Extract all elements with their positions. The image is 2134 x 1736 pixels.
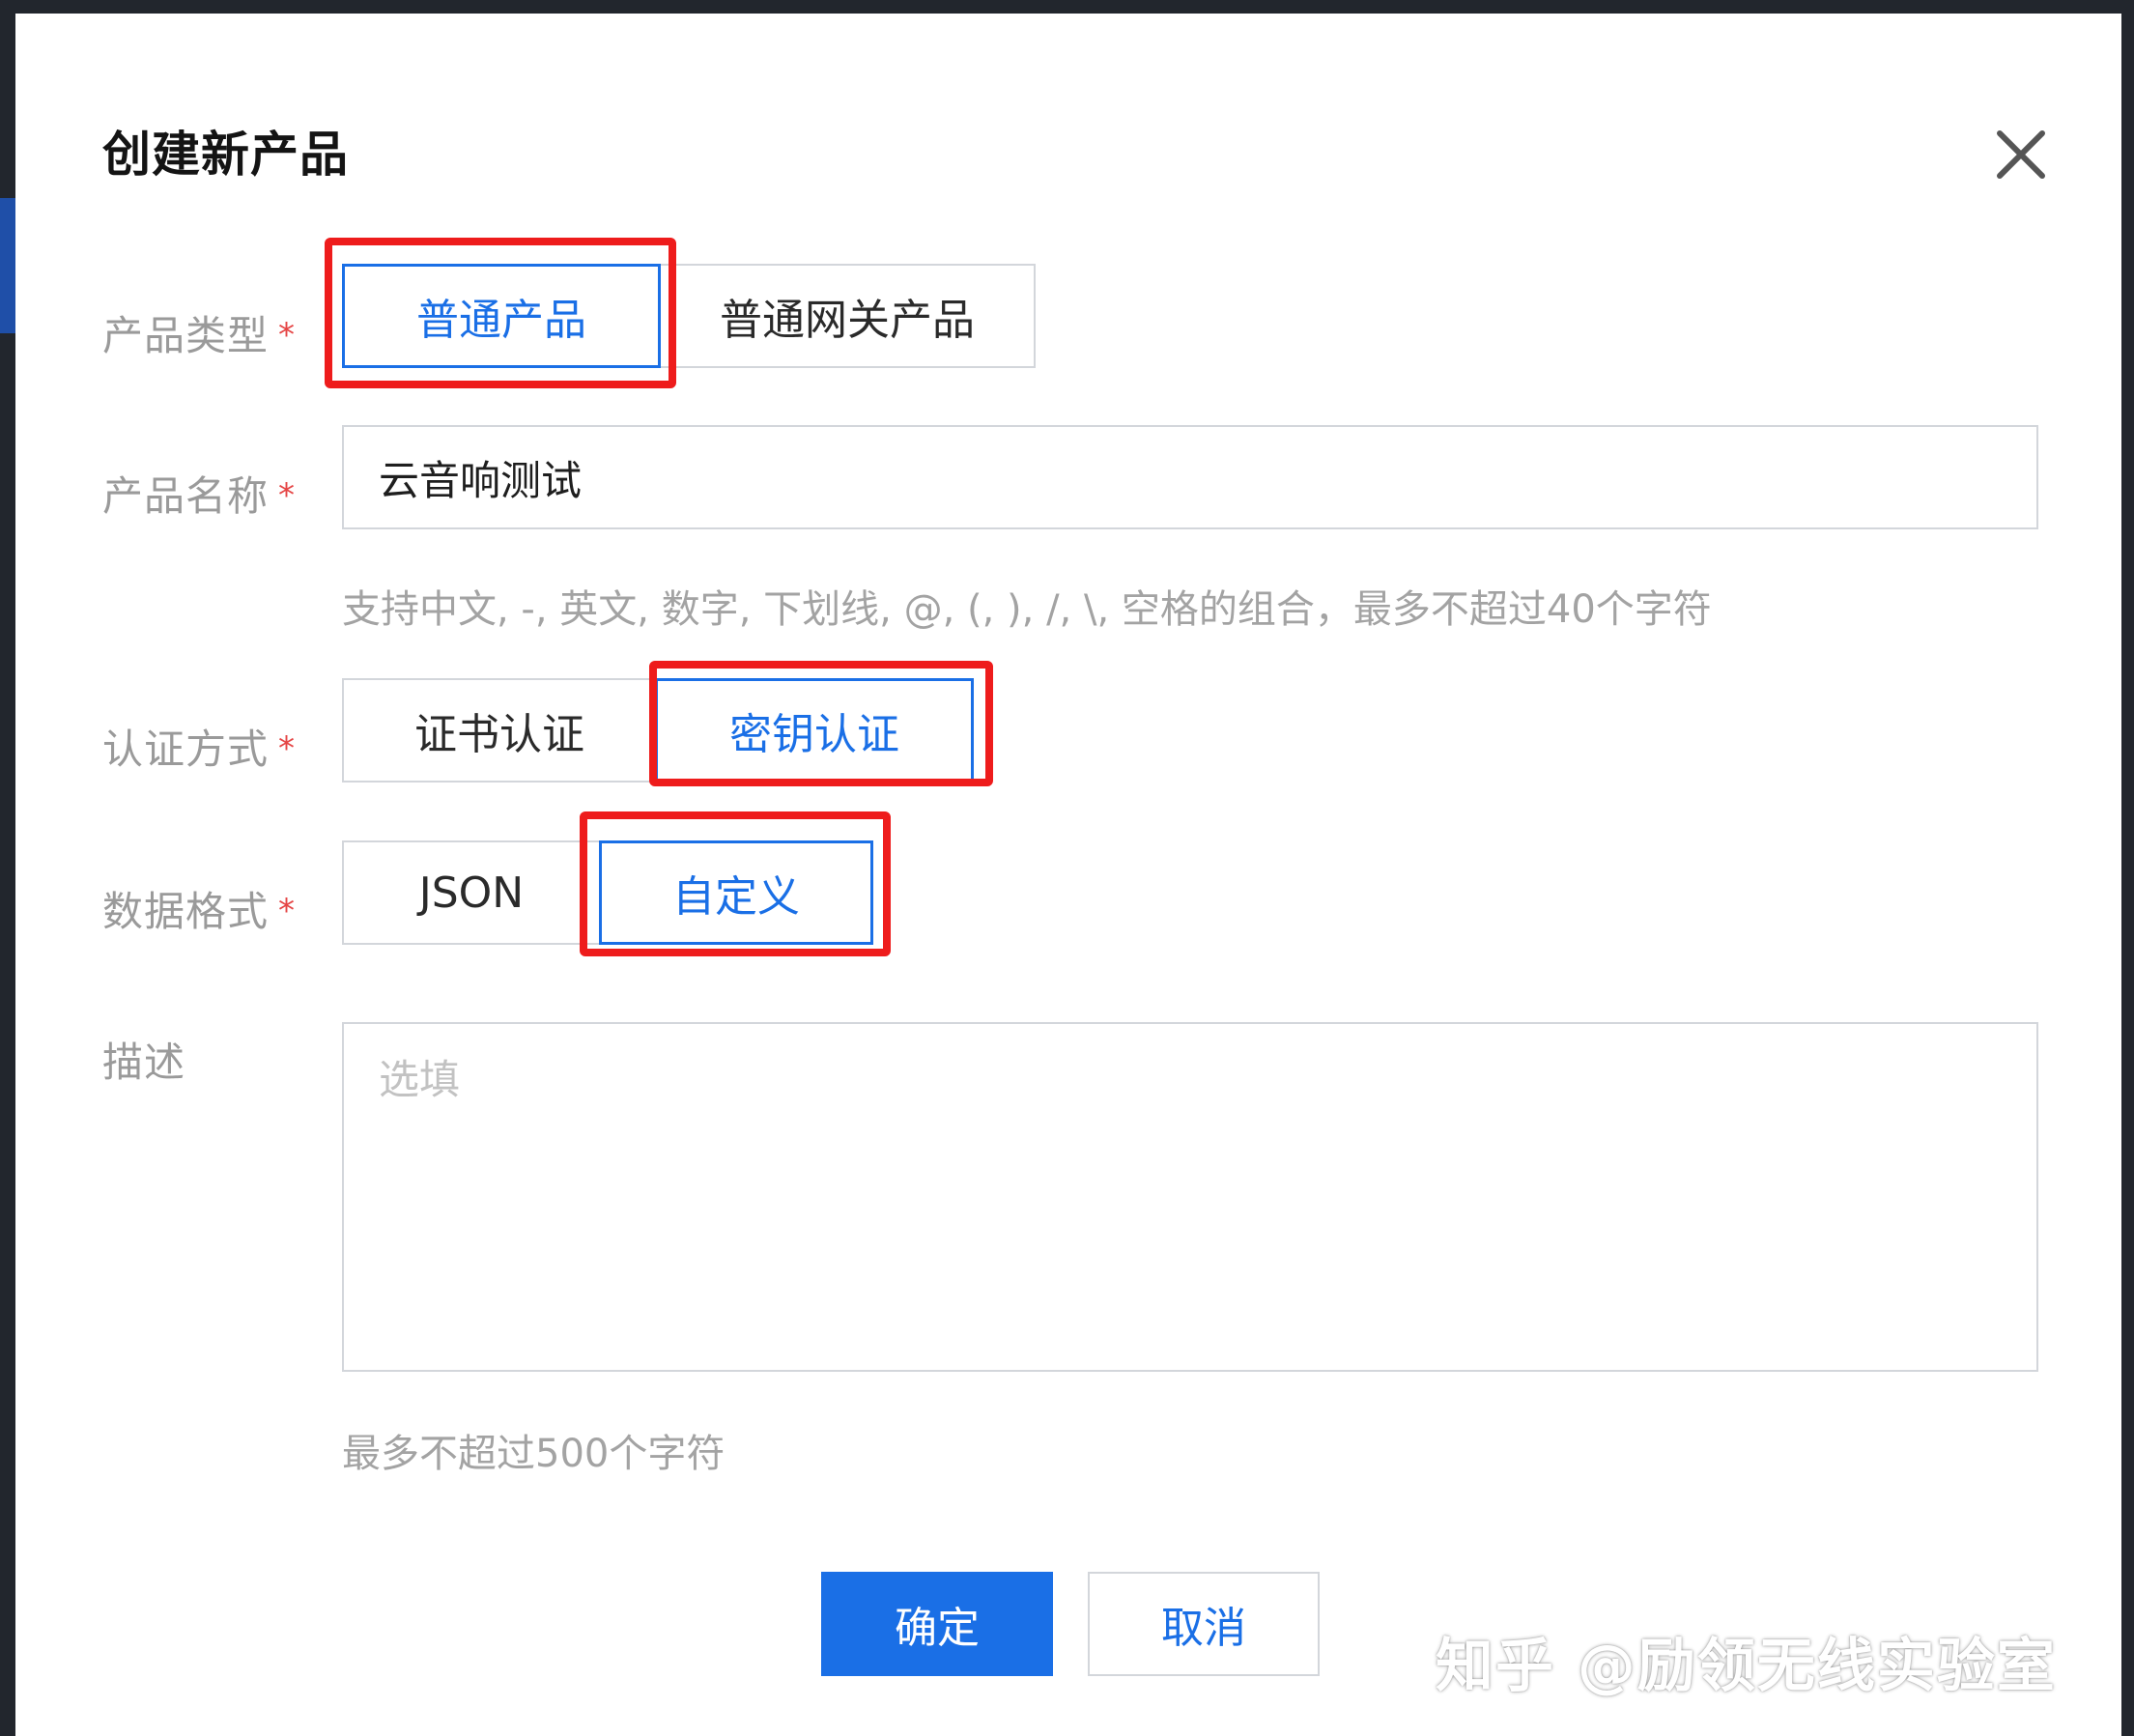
description-label: 描述 — [102, 1039, 186, 1086]
product-type-segmented: 普通产品 普通网关产品 — [342, 264, 1036, 368]
product-type-label-text: 产品类型 — [102, 312, 270, 359]
product-type-label: 产品类型 * — [102, 303, 296, 362]
product-name-input[interactable]: 云音响测试 — [342, 425, 2038, 529]
data-format-label-text: 数据格式 — [102, 888, 270, 935]
backdrop-accent — [0, 198, 15, 333]
product-name-hint: 支持中文, -, 英文, 数字, 下划线, @, (, ), /, \, 空格的… — [342, 587, 1712, 632]
close-button[interactable] — [1986, 120, 2056, 189]
watermark-text: 知乎 @励领无线实验室 — [1436, 1633, 2057, 1700]
option-custom[interactable]: 自定义 — [599, 840, 873, 945]
auth-method-label-text: 认证方式 — [102, 726, 270, 773]
option-key-auth[interactable]: 密钥认证 — [655, 678, 974, 783]
create-product-dialog: 创建新产品 产品类型 * 普通产品 普通网关产品 产品名称 * 云音响测试 支持中文… — [15, 14, 2121, 1736]
confirm-button[interactable]: 确定 — [821, 1572, 1053, 1676]
product-name-label-text: 产品名称 — [102, 472, 270, 520]
close-icon — [1997, 130, 2045, 179]
option-normal-product[interactable]: 普通产品 — [342, 264, 661, 368]
option-json[interactable]: JSON — [342, 840, 601, 945]
required-mark: * — [278, 892, 297, 930]
dialog-title: 创建新产品 — [102, 127, 349, 183]
auth-method-label: 认证方式 * — [102, 717, 296, 776]
description-textarea[interactable] — [342, 1022, 2038, 1372]
cancel-button[interactable]: 取消 — [1088, 1572, 1320, 1676]
required-mark: * — [278, 729, 297, 768]
description-hint: 最多不超过500个字符 — [342, 1432, 726, 1476]
option-cert-auth[interactable]: 证书认证 — [342, 678, 657, 783]
data-format-segmented: JSON 自定义 — [342, 840, 873, 945]
product-name-label: 产品名称 * — [102, 464, 296, 523]
product-name-value: 云音响测试 — [379, 456, 583, 504]
option-gateway-product[interactable]: 普通网关产品 — [659, 264, 1036, 368]
data-format-label: 数据格式 * — [102, 879, 296, 938]
required-mark: * — [278, 316, 297, 355]
required-mark: * — [278, 476, 297, 515]
auth-method-segmented: 证书认证 密钥认证 — [342, 678, 974, 783]
